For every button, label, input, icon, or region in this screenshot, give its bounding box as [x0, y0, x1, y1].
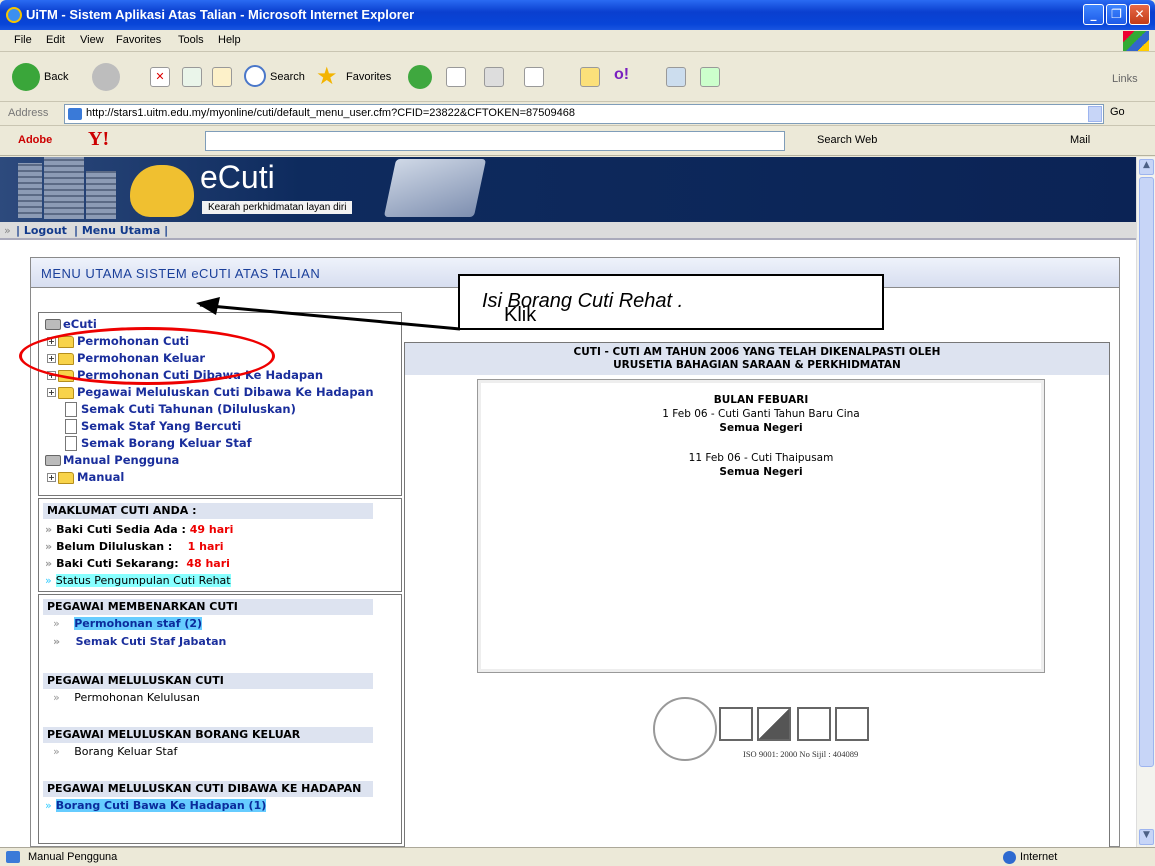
vertical-scrollbar[interactable]: ▲ ▼: [1136, 157, 1155, 847]
go-button[interactable]: Go: [1110, 106, 1125, 118]
menu-favorites[interactable]: Favorites: [116, 34, 161, 46]
edit-icon[interactable]: [524, 67, 544, 87]
menu-file[interactable]: File: [14, 34, 32, 46]
scroll-thumb[interactable]: [1139, 177, 1154, 767]
search-icon[interactable]: [244, 65, 266, 87]
address-bar: Address http://stars1.uitm.edu.my/myonli…: [0, 102, 1155, 126]
yahoo-toolbar: Adobe Y! Search Web Mail: [0, 126, 1155, 156]
favorites-label[interactable]: Favorites: [346, 71, 391, 83]
close-button[interactable]: ✕: [1129, 4, 1150, 25]
menu-edit[interactable]: Edit: [46, 34, 65, 46]
back-label[interactable]: Back: [44, 71, 68, 83]
yahoo-mail-button[interactable]: Mail: [1070, 134, 1090, 146]
favorites-icon[interactable]: ★: [316, 62, 338, 91]
windows-logo-icon: [1123, 31, 1149, 51]
print-icon[interactable]: [484, 67, 504, 87]
instruction-callout: Klik Isi Borang Cuti Rehat .: [458, 274, 884, 330]
title-bar: UiTM - Sistem Aplikasi Atas Talian - Mic…: [0, 0, 1155, 30]
ie-icon: [6, 7, 22, 23]
page-icon: [68, 108, 82, 120]
maximize-button[interactable]: ❐: [1106, 4, 1127, 25]
scroll-down-icon[interactable]: ▼: [1139, 829, 1154, 845]
back-icon[interactable]: [12, 63, 40, 91]
arrow-line: [199, 303, 461, 331]
status-bar: Manual Pengguna Internet: [0, 847, 1155, 866]
home-icon[interactable]: [212, 67, 232, 87]
menu-help[interactable]: Help: [218, 34, 241, 46]
yahoo-search-input[interactable]: [205, 131, 785, 151]
globe-icon: [1003, 851, 1016, 864]
menu-bar: File Edit View Favorites Tools Help: [0, 30, 1155, 52]
annotation-arrow: [196, 297, 461, 331]
scroll-up-icon[interactable]: ▲: [1139, 159, 1154, 175]
menu-tools[interactable]: Tools: [178, 34, 204, 46]
adobe-button[interactable]: Adobe: [18, 134, 52, 146]
address-url[interactable]: http://stars1.uitm.edu.my/myonline/cuti/…: [86, 107, 575, 119]
address-label: Address: [8, 107, 49, 119]
page-viewport: eCuti Kearah perkhidmatan layan diri » |…: [0, 157, 1136, 847]
search-label[interactable]: Search: [270, 71, 305, 83]
yahoo-logo-icon[interactable]: Y!: [88, 128, 109, 151]
forward-icon[interactable]: [92, 63, 120, 91]
stop-icon[interactable]: ✕: [150, 67, 170, 87]
minimize-button[interactable]: _: [1083, 4, 1104, 25]
links-label[interactable]: Links: [1112, 73, 1138, 85]
arrow-head: [196, 297, 220, 315]
address-dropdown-icon[interactable]: [1088, 106, 1102, 122]
toolbar: Back ✕ Search ★ Favorites o! Links: [0, 52, 1155, 102]
zone-text: Internet: [1020, 851, 1058, 863]
notes-icon[interactable]: [580, 67, 600, 87]
page-icon: [6, 851, 20, 863]
research-icon[interactable]: [666, 67, 686, 87]
search-web-button[interactable]: Search Web: [817, 134, 877, 146]
menu-view[interactable]: View: [80, 34, 104, 46]
status-text: Manual Pengguna: [28, 851, 118, 863]
messenger-icon[interactable]: o!: [614, 66, 629, 84]
refresh-icon[interactable]: [182, 67, 202, 87]
mail-icon[interactable]: [446, 67, 466, 87]
msn-icon[interactable]: [700, 67, 720, 87]
window-title: UiTM - Sistem Aplikasi Atas Talian - Mic…: [26, 7, 415, 22]
history-icon[interactable]: [408, 65, 432, 89]
